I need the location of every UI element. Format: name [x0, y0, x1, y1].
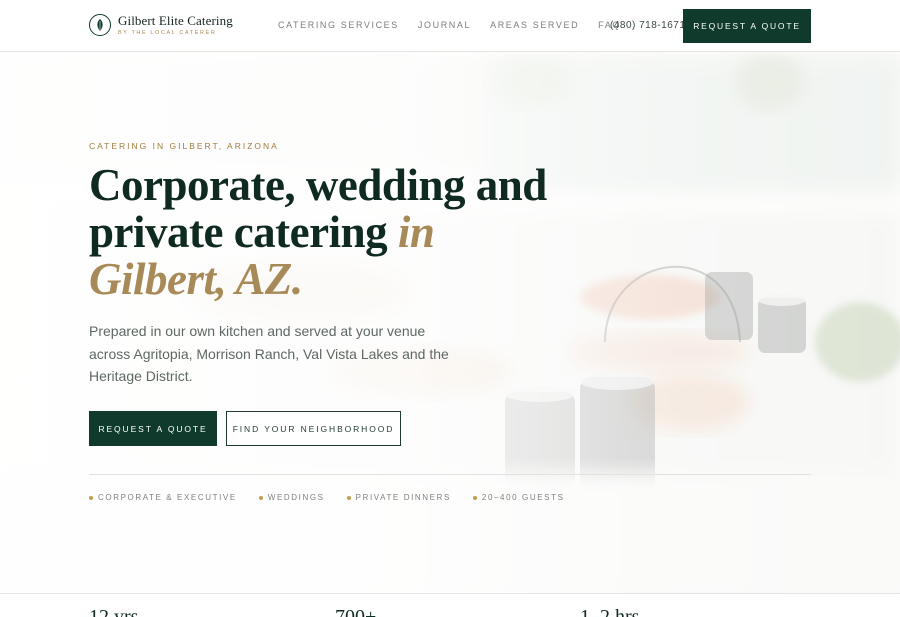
tag-weddings: WEDDINGS [258, 493, 325, 502]
nav-journal[interactable]: JOURNAL [418, 20, 471, 30]
stat-years: 12 yrs [89, 606, 139, 617]
nav-catering-services[interactable]: CATERING SERVICES [278, 20, 399, 30]
header-request-quote-button[interactable]: REQUEST A QUOTE [683, 9, 811, 43]
tag-private-dinners: PRIVATE DINNERS [346, 493, 451, 502]
headline-line-2: private catering [89, 207, 388, 257]
hero-request-quote-button[interactable]: REQUEST A QUOTE [89, 411, 217, 446]
divider [89, 474, 811, 475]
stats-strip: 12 yrs 700+ 1–2 hrs [0, 593, 900, 617]
tag-label: 20–400 GUESTS [481, 493, 565, 502]
site-header: Gilbert Elite Catering BY THE LOCAL CATE… [0, 0, 900, 52]
tag-label: CORPORATE & EXECUTIVE [98, 493, 237, 502]
nav-areas-served[interactable]: AREAS SERVED [490, 20, 579, 30]
tag-label: PRIVATE DINNERS [355, 493, 451, 502]
hero-headline: Corporate, wedding and private catering … [89, 162, 569, 303]
dot-icon [258, 495, 263, 500]
logo-tagline: BY THE LOCAL CATERER [118, 30, 217, 36]
stat-events: 700+ [335, 606, 377, 617]
tag-guest-range: 20–400 GUESTS [472, 493, 565, 502]
dot-icon [472, 495, 477, 500]
main-nav: CATERING SERVICES JOURNAL AREAS SERVED F… [278, 20, 640, 30]
service-tags: CORPORATE & EXECUTIVE WEDDINGS PRIVATE D… [89, 493, 587, 502]
logo-name: Gilbert Elite Catering [118, 13, 233, 28]
dot-icon [89, 495, 93, 500]
stat-response-time: 1–2 hrs [580, 606, 640, 617]
logo[interactable]: Gilbert Elite Catering BY THE LOCAL CATE… [89, 14, 233, 36]
hero-eyebrow: CATERING IN GILBERT, ARIZONA [89, 141, 279, 151]
dot-icon [346, 495, 351, 500]
find-neighborhood-button[interactable]: FIND YOUR NEIGHBORHOOD [226, 411, 401, 446]
leaf-icon [89, 14, 111, 36]
tag-label: WEDDINGS [267, 493, 325, 502]
phone-link[interactable]: (480) 718-1671 [610, 20, 685, 31]
tag-corporate: CORPORATE & EXECUTIVE [89, 493, 237, 502]
headline-line-1: Corporate, wedding and [89, 160, 547, 210]
hero-lead: Prepared in our own kitchen and served a… [89, 323, 449, 384]
